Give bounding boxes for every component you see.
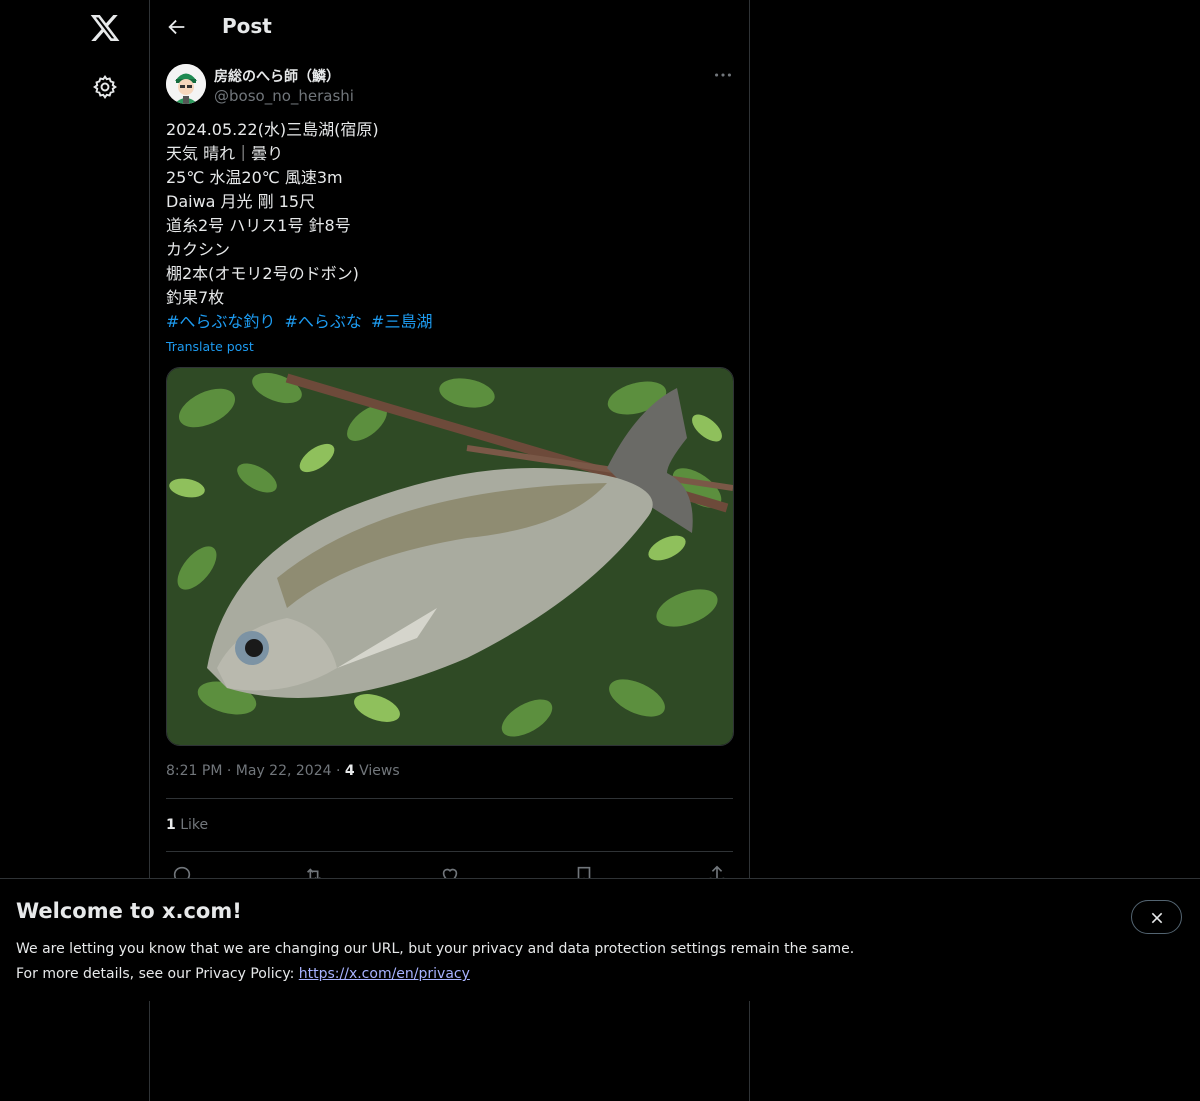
tweet-line: 棚2本(オモリ2号のドボン) [166, 264, 359, 283]
banner-line: For more details, see our Privacy Policy… [16, 962, 854, 987]
likes-label: Like [180, 817, 209, 833]
tweet-line: 2024.05.22(水)三島湖(宿原) [166, 120, 379, 139]
banner-line-prefix: For more details, see our Privacy Policy… [16, 966, 299, 982]
post-image[interactable] [166, 367, 734, 746]
tweet-line: 道糸2号 ハリス1号 針8号 [166, 216, 351, 235]
gear-icon[interactable] [92, 74, 118, 100]
post-meta: 8:21 PM · May 22, 2024 · 4 Views [166, 763, 400, 779]
tweet-line: 天気 晴れ｜曇り [166, 144, 284, 163]
author-handle[interactable]: @boso_no_herashi [214, 87, 354, 105]
banner-line: We are letting you know that we are chan… [16, 941, 855, 957]
tweet-line: 釣果7枚 [166, 288, 225, 307]
page-title: Post [222, 14, 272, 38]
translate-post-link[interactable]: Translate post [166, 339, 254, 354]
avatar[interactable] [166, 64, 206, 104]
hashtag-link[interactable]: #へらぶな [285, 312, 362, 331]
post-time[interactable]: 8:21 PM [166, 763, 222, 779]
tweet-line: Daiwa 月光 剛 15尺 [166, 192, 316, 211]
more-horizontal-icon[interactable] [712, 64, 734, 86]
hashtag-link[interactable]: #へらぶな釣り [166, 312, 275, 331]
banner-title: Welcome to x.com! [16, 899, 242, 923]
tweet-line: カクシン [166, 240, 231, 259]
close-button[interactable] [1131, 900, 1182, 934]
welcome-banner: Welcome to x.com! We are letting you kno… [0, 878, 1200, 1001]
privacy-policy-link[interactable]: https://x.com/en/privacy [299, 966, 470, 982]
tweet-text: 2024.05.22(水)三島湖(宿原) 天気 晴れ｜曇り 25℃ 水温20℃ … [166, 118, 726, 334]
views-count: 4 [344, 763, 355, 779]
hashtag-link[interactable]: #三島湖 [371, 312, 432, 331]
likes-summary[interactable]: 1 Like [166, 817, 208, 833]
divider [166, 851, 733, 852]
hashtag-list: #へらぶな釣り #へらぶな #三島湖 [166, 310, 726, 334]
x-logo-icon[interactable] [89, 12, 121, 44]
post-header: Post [150, 0, 749, 54]
banner-text: We are letting you know that we are chan… [16, 937, 854, 987]
close-icon [1151, 912, 1163, 924]
arrow-left-icon[interactable] [166, 16, 188, 38]
post-date[interactable]: May 22, 2024 [236, 763, 332, 779]
tweet-line: 25℃ 水温20℃ 風速3m [166, 168, 343, 187]
author-display-name[interactable]: 房総のへら師（鱗） [214, 66, 340, 86]
likes-count: 1 [166, 817, 176, 833]
views-label: Views [359, 763, 400, 779]
divider [166, 798, 733, 799]
